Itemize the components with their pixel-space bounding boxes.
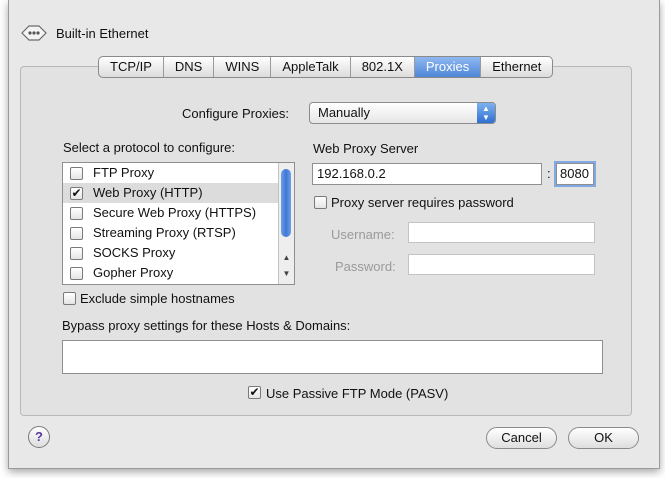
window-header: Built-in Ethernet — [20, 22, 149, 44]
list-item[interactable]: ✔ Web Proxy (HTTP) — [63, 183, 279, 203]
tab-proxies[interactable]: Proxies — [414, 57, 482, 77]
list-item-label: Web Proxy (HTTP) — [93, 185, 203, 200]
web-proxy-server-label: Web Proxy Server — [313, 141, 419, 156]
requires-password-checkbox[interactable] — [314, 196, 327, 209]
checkbox[interactable] — [70, 167, 83, 180]
password-field[interactable] — [408, 254, 595, 275]
list-item[interactable]: FTP Proxy — [63, 163, 279, 183]
proxy-address-field[interactable]: 192.168.0.2 — [312, 163, 542, 185]
exclude-hostnames-label: Exclude simple hostnames — [80, 291, 235, 306]
port-separator: : — [547, 166, 551, 181]
exclude-hostnames-checkbox[interactable] — [63, 292, 76, 305]
scroll-down-icon[interactable]: ▼ — [279, 269, 294, 278]
username-label: Username: — [331, 227, 395, 242]
tab-bar: TCP/IP DNS WINS AppleTalk 802.1X Proxies… — [98, 56, 554, 78]
pasv-checkbox[interactable]: ✔ — [248, 386, 261, 399]
configure-proxies-label: Configure Proxies: — [182, 106, 289, 121]
username-field[interactable] — [408, 222, 595, 243]
list-item[interactable]: SOCKS Proxy — [63, 243, 279, 263]
popup-arrows-icon: ▲ ▼ — [477, 103, 495, 123]
tab-8021x[interactable]: 802.1X — [351, 57, 415, 77]
checkbox[interactable] — [70, 267, 83, 280]
ok-button[interactable]: OK — [568, 427, 639, 449]
protocol-list-label: Select a protocol to configure: — [63, 140, 235, 155]
window-title: Built-in Ethernet — [56, 25, 149, 41]
tab-appletalk[interactable]: AppleTalk — [271, 57, 351, 77]
list-item-label: Secure Web Proxy (HTTPS) — [93, 205, 257, 220]
checkbox[interactable] — [70, 247, 83, 260]
list-item[interactable]: Streaming Proxy (RTSP) — [63, 223, 279, 243]
cancel-button[interactable]: Cancel — [486, 427, 557, 449]
proxy-port-value: 8080 — [560, 166, 589, 181]
configure-proxies-value: Manually — [318, 105, 371, 120]
tab-tcpip[interactable]: TCP/IP — [99, 57, 164, 77]
bypass-label: Bypass proxy settings for these Hosts & … — [62, 318, 351, 333]
checkbox[interactable] — [70, 227, 83, 240]
bypass-hosts-field[interactable] — [62, 340, 603, 374]
checkbox[interactable] — [70, 207, 83, 220]
password-label: Password: — [335, 259, 396, 274]
protocol-list[interactable]: FTP Proxy ✔ Web Proxy (HTTP) Secure Web … — [62, 162, 295, 285]
tab-dns[interactable]: DNS — [164, 57, 215, 77]
list-item[interactable]: Secure Web Proxy (HTTPS) — [63, 203, 279, 223]
checkbox[interactable]: ✔ — [70, 187, 83, 200]
list-item-label: FTP Proxy — [93, 165, 155, 180]
requires-password-label: Proxy server requires password — [331, 195, 514, 210]
list-item-label: Gopher Proxy — [93, 265, 174, 280]
list-item-label: Streaming Proxy (RTSP) — [93, 225, 236, 240]
proxy-port-field[interactable]: 8080 — [556, 163, 594, 185]
tab-ethernet[interactable]: Ethernet — [481, 57, 552, 77]
list-item[interactable]: Gopher Proxy — [63, 263, 279, 283]
tab-wins[interactable]: WINS — [214, 57, 272, 77]
scrollbar-thumb[interactable] — [281, 169, 291, 237]
pasv-label: Use Passive FTP Mode (PASV) — [266, 386, 449, 401]
list-item-label: SOCKS Proxy — [93, 245, 176, 260]
help-button[interactable]: ? — [28, 426, 50, 448]
scroll-up-icon[interactable]: ▲ — [279, 253, 294, 262]
configure-proxies-popup[interactable]: Manually ▲ ▼ — [309, 102, 496, 124]
protocol-list-scrollbar[interactable]: ▲ ▼ — [278, 163, 294, 284]
ethernet-icon — [21, 25, 47, 41]
proxy-address-value: 192.168.0.2 — [317, 166, 386, 181]
